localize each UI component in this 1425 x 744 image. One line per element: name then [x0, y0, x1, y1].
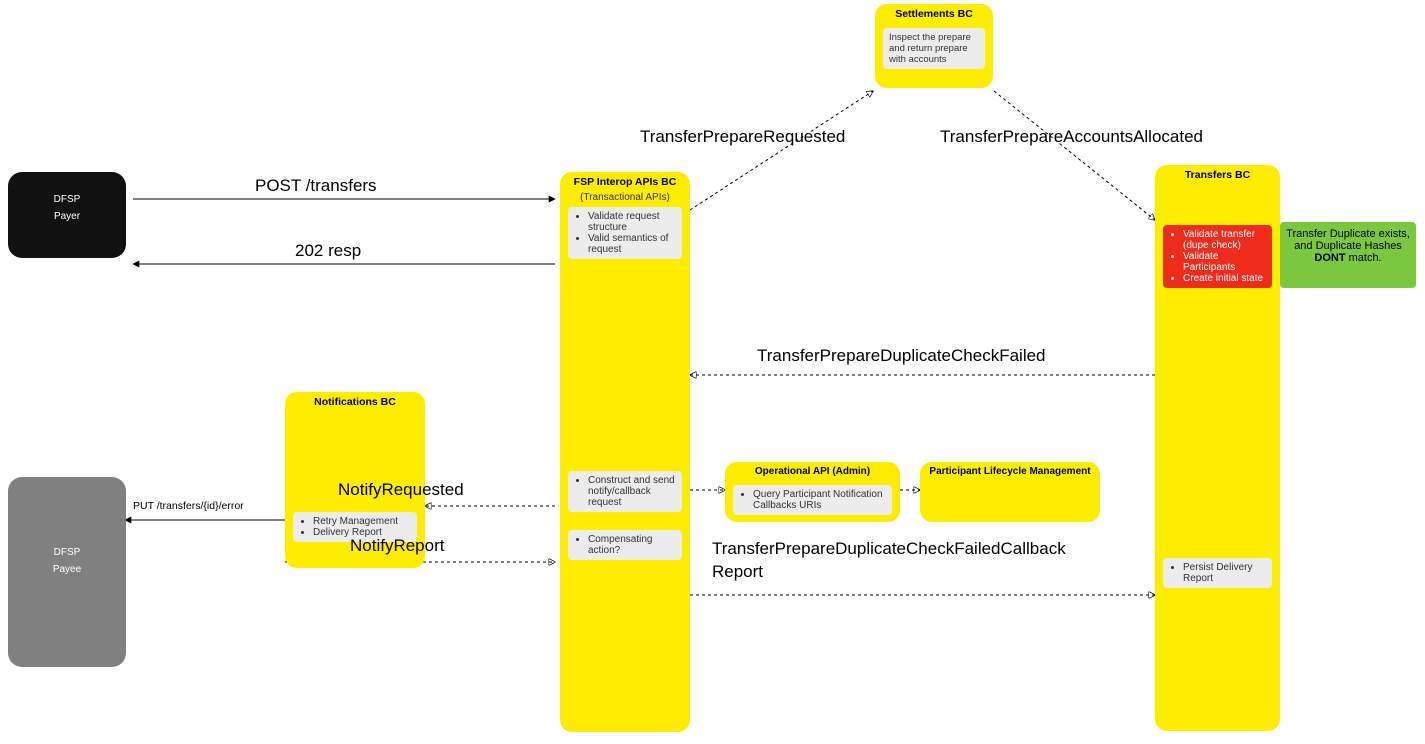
dfsp-payee-l2: Payee	[8, 564, 126, 575]
msg-tp-dup: TransferPrepareDuplicateCheckFailed	[757, 346, 1046, 366]
msg-tp-alloc: TransferPrepareAccountsAllocated	[940, 127, 1203, 147]
fsp-title: FSP Interop APIs BC	[560, 172, 690, 192]
transfers-title: Transfers BC	[1155, 165, 1280, 185]
fsp-b1: Validate request structureValid semantic…	[568, 207, 682, 259]
notif-title: Notifications BC	[285, 392, 425, 412]
fsp-b3: Compensating action?	[568, 530, 682, 560]
msg-post: POST /transfers	[255, 176, 377, 196]
msg-notify-rep: NotifyReport	[350, 536, 444, 556]
msg-202: 202 resp	[295, 241, 361, 261]
node-dfsp-payer: DFSP Payer	[8, 172, 126, 258]
msg-notify-req: NotifyRequested	[338, 480, 464, 500]
plm-title: Participant Lifecycle Management	[920, 462, 1100, 481]
msg-tp-req: TransferPrepareRequested	[640, 127, 845, 147]
settlements-body: Inspect the prepare and return prepare w…	[883, 28, 985, 69]
node-dfsp-payee: DFSP Payee	[8, 477, 126, 667]
msg-cb1: TransferPrepareDuplicateCheckFailedCallb…	[712, 539, 1066, 559]
dfsp-payer-l1: DFSP	[8, 194, 126, 205]
node-fsp: FSP Interop APIs BC (Transactional APIs)…	[560, 172, 690, 732]
transfers-red: Validate transfer (dupe check)Validate P…	[1163, 225, 1272, 288]
msg-cb2: Report	[712, 562, 763, 582]
opapi-b: Query Participant Notification Callbacks…	[733, 485, 892, 515]
msg-put: PUT /transfers/{id}/error	[133, 500, 244, 512]
node-settlements: Settlements BC Inspect the prepare and r…	[875, 4, 993, 88]
transfers-b2: Persist Delivery Report	[1163, 558, 1272, 588]
node-plm: Participant Lifecycle Management	[920, 462, 1100, 522]
note-duplicate: Transfer Duplicate exists, and Duplicate…	[1280, 222, 1416, 288]
fsp-b2: Construct and send notify/callback reque…	[568, 471, 682, 512]
dfsp-payer-l2: Payer	[8, 211, 126, 222]
settlements-title: Settlements BC	[875, 4, 993, 24]
fsp-sub: (Transactional APIs)	[560, 192, 690, 203]
opapi-title: Operational API (Admin)	[725, 462, 900, 481]
dfsp-payee-l1: DFSP	[8, 547, 126, 558]
node-opapi: Operational API (Admin) Query Participan…	[725, 462, 900, 522]
node-transfers: Transfers BC Validate transfer (dupe che…	[1155, 165, 1280, 731]
